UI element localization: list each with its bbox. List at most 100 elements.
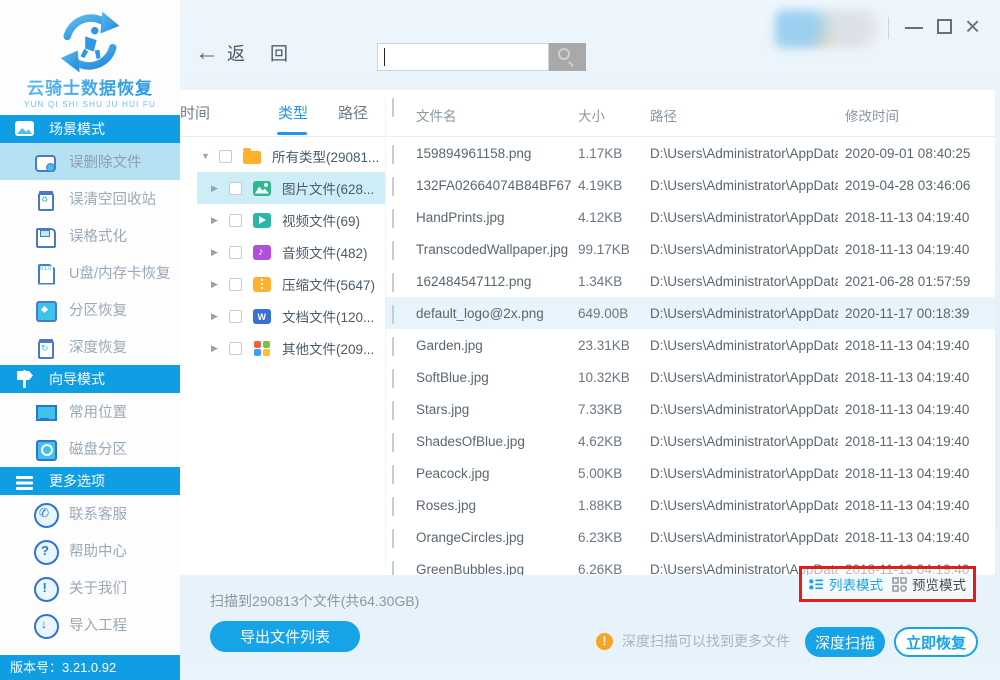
- tree-item[interactable]: 文档文件(120...: [180, 300, 385, 332]
- checkbox[interactable]: [392, 369, 394, 388]
- table-row[interactable]: TranscodedWallpaper.jpg 99.17KB D:\Users…: [385, 233, 995, 265]
- table-row[interactable]: Garden.jpg 23.31KB D:\Users\Administrato…: [385, 329, 995, 361]
- expand-arrow-icon[interactable]: [201, 151, 217, 161]
- tree-item[interactable]: 视频文件(69): [180, 204, 385, 236]
- select-all-checkbox[interactable]: [392, 98, 394, 117]
- file-name: OrangeCircles.jpg: [416, 530, 525, 545]
- deep-scan-button[interactable]: 深度扫描: [805, 627, 885, 657]
- sidebar-item[interactable]: 分区恢复: [0, 291, 180, 328]
- file-time: 2021-06-28 01:57:59: [845, 274, 971, 289]
- file-path: D:\Users\Administrator\AppData...: [650, 178, 838, 193]
- tree-item[interactable]: 音频文件(482): [180, 236, 385, 268]
- sidebar-section-header: 场景模式: [0, 115, 180, 143]
- list-mode-toggle[interactable]: 列表模式: [809, 574, 883, 594]
- app-subtitle: YUN QI SHI SHU JU HUI FU: [24, 100, 156, 109]
- checkbox[interactable]: [229, 213, 242, 227]
- expand-arrow-icon[interactable]: [211, 215, 227, 226]
- checkbox[interactable]: [229, 181, 242, 195]
- sidebar-item[interactable]: 磁盘分区: [0, 430, 180, 467]
- folder-icon: [243, 147, 261, 164]
- expand-arrow-icon[interactable]: [211, 343, 227, 354]
- search-button[interactable]: [549, 43, 586, 71]
- checkbox[interactable]: [229, 309, 242, 323]
- table-row[interactable]: Roses.jpg 1.88KB D:\Users\Administrator\…: [385, 489, 995, 521]
- wizard-icon: [14, 368, 36, 390]
- table-row[interactable]: 162484547112.png 1.34KB D:\Users\Adminis…: [385, 265, 995, 297]
- tree-tab[interactable]: 类型: [276, 102, 308, 135]
- checkbox[interactable]: [229, 341, 242, 355]
- sidebar-item[interactable]: 深度恢复: [0, 328, 180, 365]
- checkbox[interactable]: [392, 273, 394, 292]
- sidebar-item[interactable]: 关于我们: [0, 569, 180, 606]
- help-icon: [34, 539, 59, 565]
- close-button[interactable]: ×: [965, 13, 980, 39]
- table-row[interactable]: Peacock.jpg 5.00KB D:\Users\Administrato…: [385, 457, 995, 489]
- tree-item[interactable]: 其他文件(209...: [180, 332, 385, 364]
- tree-item[interactable]: 所有类型(29081...: [180, 140, 385, 172]
- table-row[interactable]: OrangeCircles.jpg 6.23KB D:\Users\Admini…: [385, 521, 995, 553]
- maximize-button[interactable]: [937, 19, 952, 34]
- expand-arrow-icon[interactable]: [211, 311, 227, 322]
- tree-item[interactable]: 图片文件(628...: [180, 172, 385, 204]
- file-size: 6.23KB: [578, 530, 623, 545]
- checkbox[interactable]: [392, 561, 394, 575]
- search-bar: [377, 43, 586, 71]
- file-time: 2019-04-28 03:46:06: [845, 178, 971, 193]
- expand-arrow-icon[interactable]: [211, 279, 227, 290]
- preview-mode-toggle[interactable]: 预览模式: [892, 574, 966, 594]
- file-size: 99.17KB: [578, 242, 630, 257]
- checkbox[interactable]: [392, 401, 394, 420]
- checkbox[interactable]: [392, 305, 394, 324]
- sidebar-item[interactable]: 帮助中心: [0, 532, 180, 569]
- sidebar-item[interactable]: U盘/内存卡恢复: [0, 254, 180, 291]
- column-header-name[interactable]: 文件名: [416, 105, 571, 125]
- file-name: 162484547112.png: [416, 274, 532, 289]
- checkbox[interactable]: [229, 245, 242, 259]
- column-header-size[interactable]: 大小: [578, 105, 640, 125]
- checkbox[interactable]: [392, 241, 394, 260]
- file-time: 2018-11-13 04:19:40: [845, 210, 970, 225]
- checkbox[interactable]: [392, 209, 394, 228]
- checkbox[interactable]: [392, 529, 394, 548]
- table-row[interactable]: SoftBlue.jpg 10.32KB D:\Users\Administra…: [385, 361, 995, 393]
- minimize-button[interactable]: [905, 27, 923, 29]
- checkbox[interactable]: [392, 145, 394, 164]
- column-header-time[interactable]: 修改时间: [845, 105, 995, 125]
- search-input[interactable]: [377, 43, 549, 71]
- file-name: Peacock.jpg: [416, 466, 490, 481]
- tree-tab[interactable]: 时间: [180, 102, 210, 123]
- sidebar-item[interactable]: 误删除文件: [0, 143, 180, 180]
- table-row[interactable]: Stars.jpg 7.33KB D:\Users\Administrator\…: [385, 393, 995, 425]
- checkbox[interactable]: [392, 177, 394, 196]
- sidebar-item[interactable]: 误清空回收站: [0, 180, 180, 217]
- file-time: 2018-11-13 04:19:40: [845, 466, 970, 481]
- back-button[interactable]: ← 返 回: [195, 40, 298, 66]
- table-row[interactable]: HandPrints.jpg 4.12KB D:\Users\Administr…: [385, 201, 995, 233]
- sidebar-item[interactable]: 误格式化: [0, 217, 180, 254]
- table-row[interactable]: 132FA02664074B84BF67... 4.19KB D:\Users\…: [385, 169, 995, 201]
- tree-item[interactable]: 压缩文件(5647): [180, 268, 385, 300]
- expand-arrow-icon[interactable]: [211, 183, 227, 194]
- file-size: 4.62KB: [578, 434, 623, 449]
- file-name: Roses.jpg: [416, 498, 477, 513]
- checkbox[interactable]: [392, 433, 394, 452]
- export-file-list-button[interactable]: 导出文件列表: [210, 621, 360, 652]
- table-row[interactable]: 159894961158.png 1.17KB D:\Users\Adminis…: [385, 137, 995, 169]
- sidebar-item[interactable]: 导入工程: [0, 606, 180, 643]
- column-header-path[interactable]: 路径: [650, 105, 838, 125]
- sidebar-item[interactable]: 联系客服: [0, 495, 180, 532]
- recover-now-button[interactable]: 立即恢复: [894, 627, 978, 657]
- expand-arrow-icon[interactable]: [211, 247, 227, 258]
- table-row[interactable]: ShadesOfBlue.jpg 4.62KB D:\Users\Adminis…: [385, 425, 995, 457]
- checkbox[interactable]: [392, 497, 394, 516]
- app-logo: 云骑士数据恢复 YUN QI SHI SHU JU HUI FU: [0, 4, 180, 115]
- tree-tab[interactable]: 路径: [338, 102, 368, 123]
- checkbox[interactable]: [219, 149, 232, 163]
- more-icon: [14, 470, 36, 492]
- sidebar-item[interactable]: 常用位置: [0, 393, 180, 430]
- scene-icon: [14, 118, 36, 140]
- checkbox[interactable]: [229, 277, 242, 291]
- checkbox[interactable]: [392, 337, 394, 356]
- table-row[interactable]: default_logo@2x.png 649.00B D:\Users\Adm…: [385, 297, 995, 329]
- checkbox[interactable]: [392, 465, 394, 484]
